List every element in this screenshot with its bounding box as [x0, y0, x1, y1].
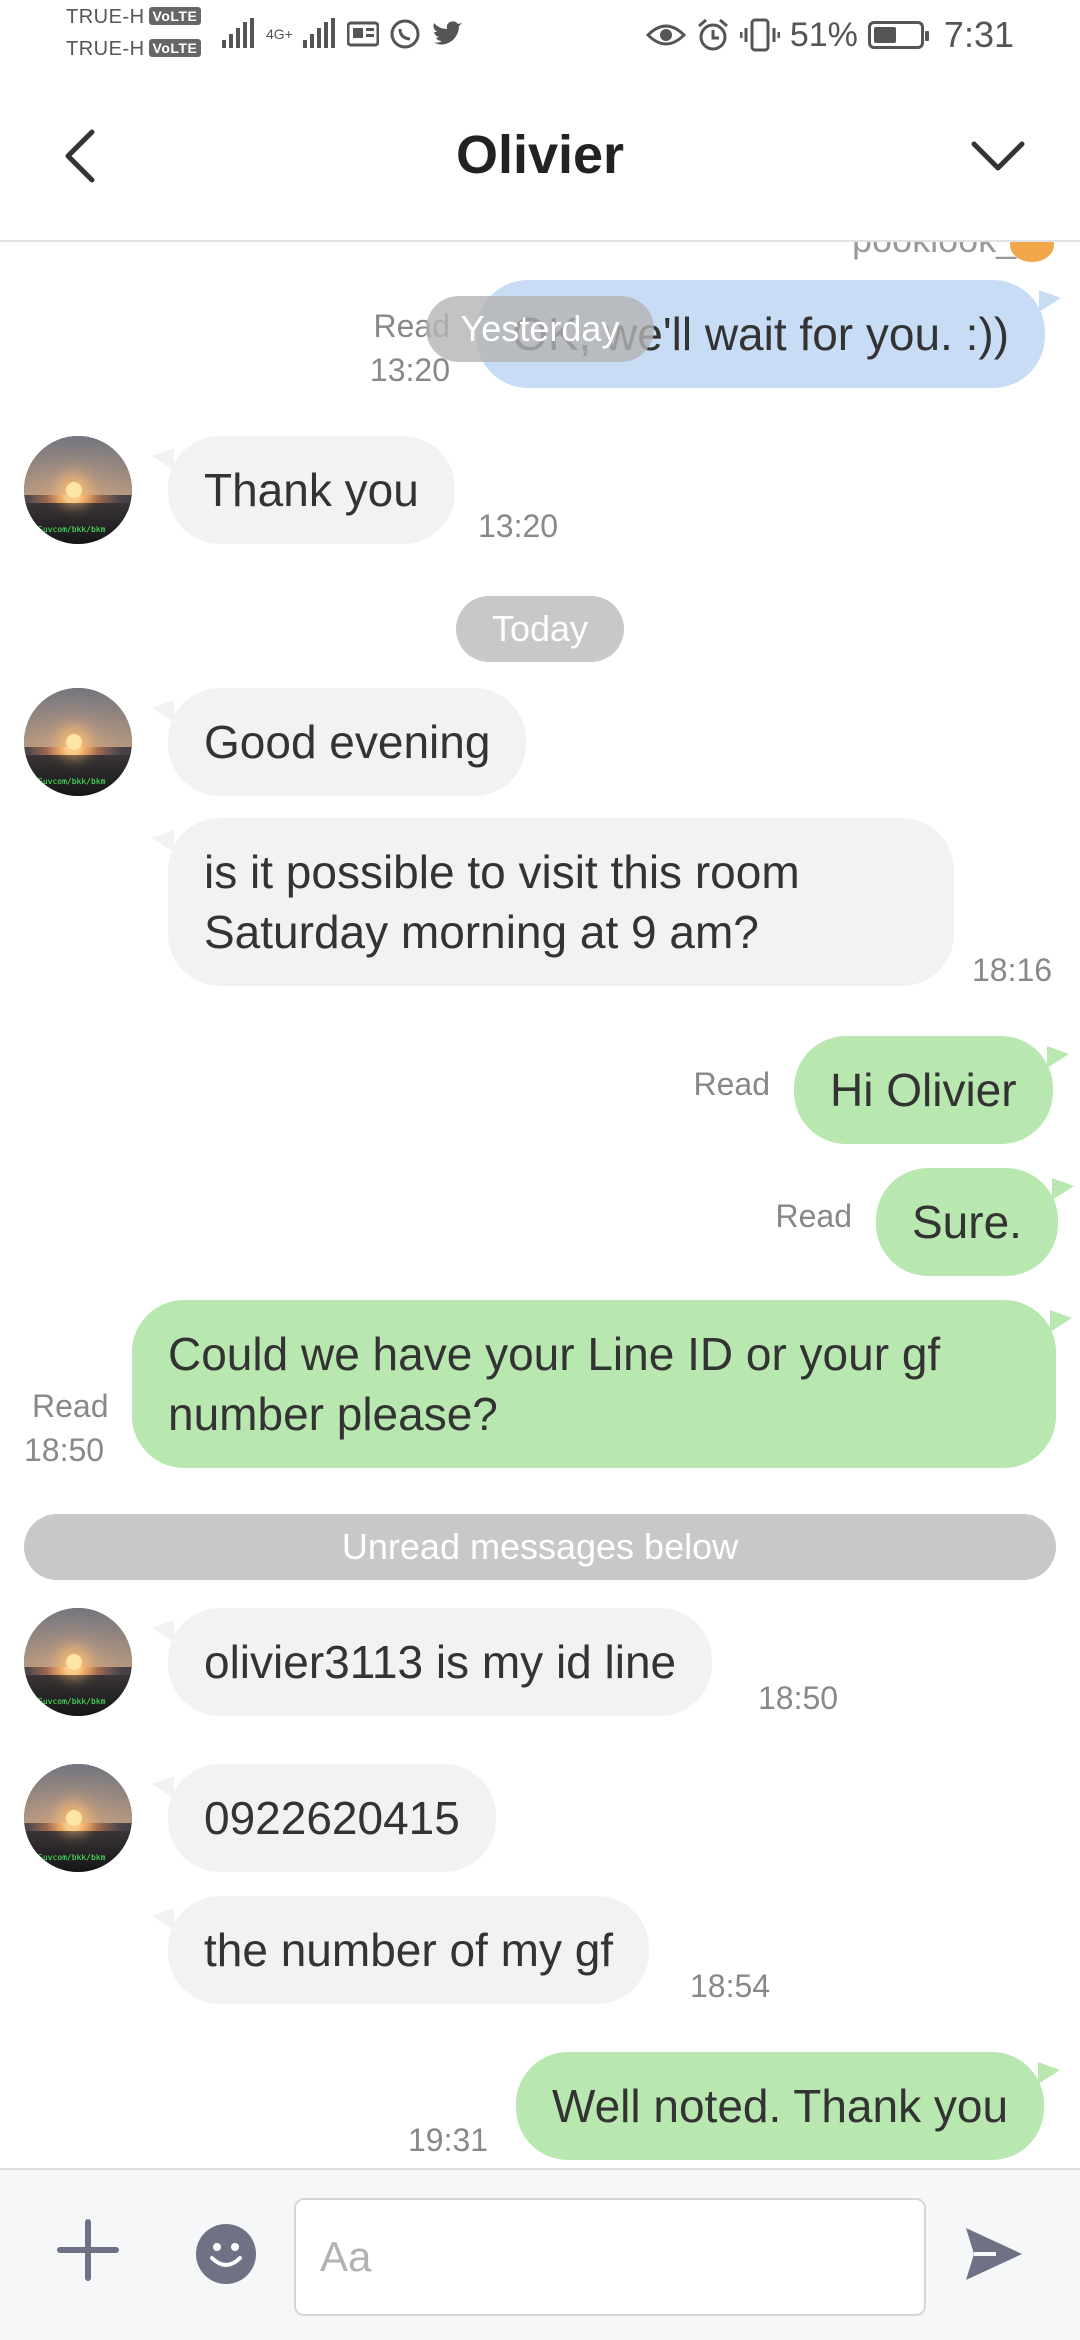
carrier-1: TRUE-H VoLTE [66, 6, 202, 29]
volte-badge-2: VoLTE [148, 39, 202, 57]
message-time: 13:20 [478, 508, 559, 544]
status-bar: TRUE-H VoLTE TRUE-H VoLTE 4G+ 51% 7:31 [0, 0, 1080, 72]
message-time: 13:20 [369, 352, 450, 388]
chat-messages[interactable]: pooklook_ OK, we'll wait for you. :)) Re… [0, 242, 1080, 2168]
message-bubble-outgoing[interactable]: Hi Olivier [794, 1036, 1053, 1144]
clipped-sender-name: pooklook_ [852, 242, 1016, 260]
contact-avatar[interactable]: Suvcom/bkk/bkm [24, 1608, 132, 1716]
avatar-watermark: Suvcom/bkk/bkm [38, 1853, 106, 1862]
message-bubble-incoming[interactable]: Thank you [168, 436, 455, 544]
alarm-icon [697, 18, 728, 51]
message-text: olivier3113 is my id line [204, 1636, 677, 1688]
date-divider-today: Today [456, 596, 624, 662]
message-bubble-outgoing[interactable]: Well noted. Thank you [516, 2052, 1045, 2160]
message-time: 18:54 [690, 1968, 771, 2004]
plus-icon [57, 2219, 119, 2281]
sticker-icon [1010, 242, 1054, 262]
add-attachment-button[interactable] [52, 2214, 124, 2286]
avatar-watermark: Suvcom/bkk/bkm [38, 1697, 106, 1706]
chat-title: Olivier [455, 125, 625, 185]
message-time: 18:50 [24, 1432, 105, 1468]
chevron-down-icon [971, 141, 1025, 171]
read-status: Read [775, 1198, 853, 1234]
message-text: is it possible to visit this room Saturd… [204, 846, 800, 958]
message-bubble-outgoing[interactable]: Could we have your Line ID or your gf nu… [132, 1300, 1056, 1468]
twitter-icon [432, 21, 462, 45]
emoji-button[interactable] [196, 2224, 256, 2284]
status-icons-right: 51% 7:31 [645, 14, 1014, 56]
message-text: Thank you [204, 464, 419, 516]
message-input[interactable] [294, 2198, 926, 2316]
signal-icon [222, 18, 254, 48]
send-icon [966, 2228, 1022, 2280]
message-text: the number of my gf [204, 1924, 614, 1976]
message-bubble-incoming[interactable]: Good evening [168, 688, 527, 796]
carrier-2: TRUE-H VoLTE [66, 38, 202, 61]
message-bubble-incoming[interactable]: 0922620415 [168, 1764, 496, 1872]
message-input-bar [0, 2168, 1080, 2340]
battery-icon [867, 21, 929, 49]
whatsapp-icon [390, 19, 420, 49]
network-type-label: 4G+ [266, 26, 293, 42]
message-text: 0922620415 [204, 1792, 460, 1844]
emoji-icon [210, 2243, 242, 2267]
unread-divider: Unread messages below [24, 1514, 1056, 1580]
avatar-watermark: Suvcom/bkk/bkm [38, 525, 106, 534]
read-status: Read [32, 1388, 109, 1424]
message-text: Could we have your Line ID or your gf nu… [168, 1328, 941, 1440]
contact-avatar[interactable]: Suvcom/bkk/bkm [24, 688, 132, 796]
message-text: Well noted. Thank you [552, 2080, 1009, 2132]
volte-badge-1: VoLTE [148, 7, 202, 25]
message-bubble-incoming[interactable]: olivier3113 is my id line [168, 1608, 713, 1716]
battery-fill [873, 27, 897, 43]
vibrate-icon [739, 18, 780, 52]
message-time: 18:16 [972, 952, 1053, 988]
carrier-2-label: TRUE-H [66, 38, 145, 60]
menu-toggle-button[interactable] [958, 116, 1038, 196]
status-icons-left: 4G+ [222, 18, 463, 50]
eye-icon [645, 24, 686, 46]
news-app-icon [346, 21, 379, 47]
avatar-watermark: Suvcom/bkk/bkm [38, 777, 106, 786]
message-bubble-outgoing[interactable]: Sure. [876, 1168, 1058, 1276]
chat-header: Olivier [0, 72, 1080, 242]
message-text: Good evening [204, 716, 491, 768]
read-status: Read [693, 1066, 771, 1102]
status-time: 7:31 [943, 14, 1014, 55]
message-bubble-incoming[interactable]: is it possible to visit this room Saturd… [168, 818, 954, 986]
message-time: 19:31 [408, 2122, 489, 2158]
message-time: 18:50 [758, 1680, 839, 1716]
battery-percent: 51% [789, 15, 858, 54]
date-divider-yesterday: Yesterday [426, 296, 654, 362]
carrier-1-label: TRUE-H [66, 6, 145, 28]
message-bubble-incoming[interactable]: the number of my gf [168, 1896, 650, 2004]
message-text: Sure. [912, 1196, 1022, 1248]
contact-avatar[interactable]: Suvcom/bkk/bkm [24, 436, 132, 544]
message-text: Hi Olivier [830, 1064, 1017, 1116]
signal-2-icon [302, 18, 335, 48]
contact-avatar[interactable]: Suvcom/bkk/bkm [24, 1764, 132, 1872]
send-button[interactable] [962, 2222, 1026, 2286]
